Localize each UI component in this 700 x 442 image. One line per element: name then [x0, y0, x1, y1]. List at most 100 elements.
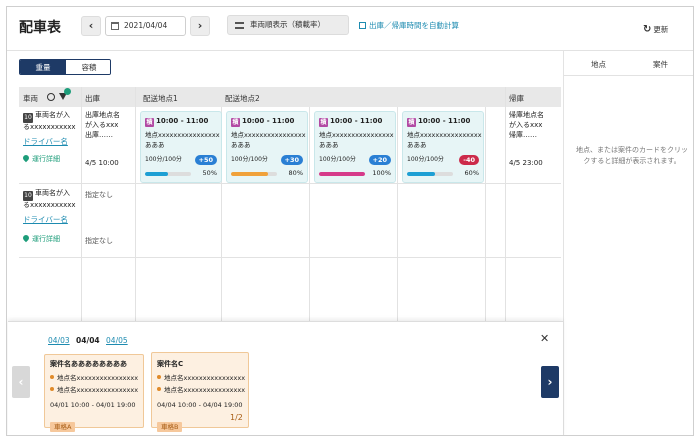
case-tag-label: 車格B [157, 422, 183, 432]
vehicle-number-badge: 10 [23, 191, 33, 201]
vehicle-name: 10 車両名が入 [23, 111, 70, 123]
depart-time: 4/5 10:00 [85, 159, 119, 167]
case-card[interactable]: 案件名C 地点名xxxxxxxxxxxxxxxx 地点名xxxxxxxxxxxx… [151, 352, 249, 432]
vehicle-name: 10 車両名が入 [23, 189, 70, 201]
load-progress-fill [231, 172, 268, 176]
refresh-icon: ↻ [643, 24, 652, 35]
scroll-right-button[interactable]: › [541, 366, 559, 398]
grid-vline [505, 87, 506, 321]
load-badge: 積 [145, 118, 154, 127]
dispatch-window: 配車表 ‹ 2021/04/04 › 車両順表示（積載率） 出庫／帰庫時間を自動… [6, 6, 694, 436]
case-place: 地点名xxxxxxxxxxxxxxxx [157, 386, 245, 394]
stop-card[interactable]: 積 10:00 - 11:00 地点xxxxxxxxxxxxxxxx あああ 100分/… [226, 111, 308, 183]
case-place-text: 地点名xxxxxxxxxxxxxxxx [164, 374, 246, 382]
case-place: 地点名xxxxxxxxxxxxxxxx [157, 374, 245, 382]
calendar-icon [111, 22, 119, 30]
stop-place-2: あああ [145, 141, 165, 149]
toggle-volume[interactable]: 容積 [66, 60, 110, 74]
case-card[interactable]: 案件名ああああああああ 地点名xxxxxxxxxxxxxxxx 地点名xxxxx… [44, 354, 144, 432]
case-place: 地点名xxxxxxxxxxxxxxxx [50, 374, 138, 382]
case-place: 地点名xxxxxxxxxxxxxxxx [50, 386, 138, 394]
scroll-left-button[interactable]: ‹ [12, 366, 30, 398]
stop-time-text: 10:00 - 11:00 [418, 117, 471, 125]
header-return: 帰庫 [509, 94, 524, 103]
date-field[interactable]: 2021/04/04 [105, 16, 186, 36]
stop-place-2: あああ [407, 141, 427, 149]
header-stop2: 配送地点2 [225, 94, 260, 103]
stop-card[interactable]: 積 10:00 - 11:00 地点xxxxxxxxxxxxxxxx あああ 100分/… [402, 111, 484, 183]
stop-place: 地点xxxxxxxxxxxxxxxx [319, 131, 394, 139]
stop-card[interactable]: 積 10:00 - 11:00 地点xxxxxxxxxxxxxxxx あああ 100分/… [140, 111, 222, 183]
vehicle-number-badge: 10 [23, 113, 33, 123]
grid-vline [485, 107, 486, 321]
dropoff-dot-icon [157, 387, 161, 391]
stop-time-text: 10:00 - 11:00 [242, 117, 295, 125]
pickup-dot-icon [157, 375, 161, 379]
chevron-left-icon: ‹ [18, 375, 24, 389]
close-icon[interactable]: ✕ [540, 332, 549, 345]
stop-time: 積 10:00 - 11:00 [231, 117, 294, 127]
vehicle-name-line2: るxxxxxxxxxxx [23, 123, 76, 131]
depart-place: 出庫…… [85, 131, 113, 139]
header-vehicle: 車両 [23, 94, 38, 103]
next-date-button[interactable]: › [190, 16, 210, 36]
auto-calc-checkbox[interactable]: 出庫／帰庫時間を自動計算 [359, 20, 459, 31]
weight-volume-toggle: 重量 容積 [19, 59, 111, 75]
date-nav: 04/03 04/04 04/05 [48, 336, 128, 345]
stop-time: 積 10:00 - 11:00 [145, 117, 208, 127]
grid-hline [19, 183, 561, 184]
stop-capacity: 100分/100分 [319, 156, 356, 163]
case-time: 04/04 10:00 - 04/04 19:00 [157, 401, 243, 409]
delta-pill: +50 [194, 155, 217, 165]
vehicle-order-button[interactable]: 車両順表示（積載率） [227, 15, 349, 35]
settings-icon[interactable] [47, 93, 55, 101]
driver-link[interactable]: ドライバー名 [23, 137, 68, 146]
chevron-left-icon: ‹ [88, 19, 94, 32]
date-prev-link[interactable]: 04/03 [48, 336, 70, 345]
stop-time-text: 10:00 - 11:00 [156, 117, 209, 125]
date-next-link[interactable]: 04/05 [106, 336, 128, 345]
case-count: 1/2 [230, 413, 243, 422]
header-depart: 出庫 [85, 94, 100, 103]
stop-card[interactable]: 積 10:00 - 11:00 地点xxxxxxxxxxxxxxxx あああ 100分/… [314, 111, 396, 183]
right-panel-divider-h [564, 75, 693, 76]
route-detail-label: 運行詳細 [32, 155, 60, 163]
route-detail-link[interactable]: 運行詳細 [21, 153, 60, 164]
vehicle-name-line2: るxxxxxxxxxxx [23, 201, 76, 209]
delta-pill: +20 [368, 155, 391, 165]
toggle-weight[interactable]: 重量 [20, 60, 66, 74]
case-place-text: 地点名xxxxxxxxxxxxxxxx [57, 374, 139, 382]
stop-place: 地点xxxxxxxxxxxxxxxx [407, 131, 482, 139]
right-panel-message: 地点、または案件のカードをクリックすると詳細が表示されます。 [576, 146, 688, 165]
driver-link[interactable]: ドライバー名 [23, 215, 68, 224]
refresh-button[interactable]: ↻ 更新 [643, 24, 668, 35]
depart-unspecified: 指定なし [85, 237, 113, 245]
load-progress-bar [145, 172, 191, 176]
grid-hline [19, 257, 561, 258]
grid-header [19, 87, 561, 107]
depart-unspecified: 指定なし [85, 191, 113, 199]
case-place-text: 地点名xxxxxxxxxxxxxxxx [164, 386, 246, 394]
route-detail-link[interactable]: 運行詳細 [21, 233, 60, 244]
dropoff-dot-icon [50, 387, 54, 391]
depart-place: 出庫地点名 [85, 111, 120, 119]
load-progress-fill [407, 172, 435, 176]
map-pin-icon [21, 233, 31, 243]
case-title: 案件名C [157, 360, 184, 368]
stop-place: 地点xxxxxxxxxxxxxxxx [231, 131, 306, 139]
load-percent: 50% [202, 169, 217, 177]
filter-active-dot [64, 88, 71, 95]
grid-vline [81, 87, 82, 321]
checkbox-icon [359, 22, 366, 29]
stop-time: 積 10:00 - 11:00 [319, 117, 382, 127]
stop-time: 積 10:00 - 11:00 [407, 117, 470, 127]
case-tag-label: 車格A [50, 422, 76, 432]
case-tag: 車格A [50, 414, 76, 433]
grid-vline [309, 107, 310, 321]
delta-pill: +30 [280, 155, 303, 165]
stop-capacity: 100分/100分 [407, 156, 444, 163]
load-progress-bar [231, 172, 277, 176]
prev-date-button[interactable]: ‹ [81, 16, 101, 36]
pickup-dot-icon [50, 375, 54, 379]
case-time: 04/01 10:00 - 04/01 19:00 [50, 401, 136, 409]
